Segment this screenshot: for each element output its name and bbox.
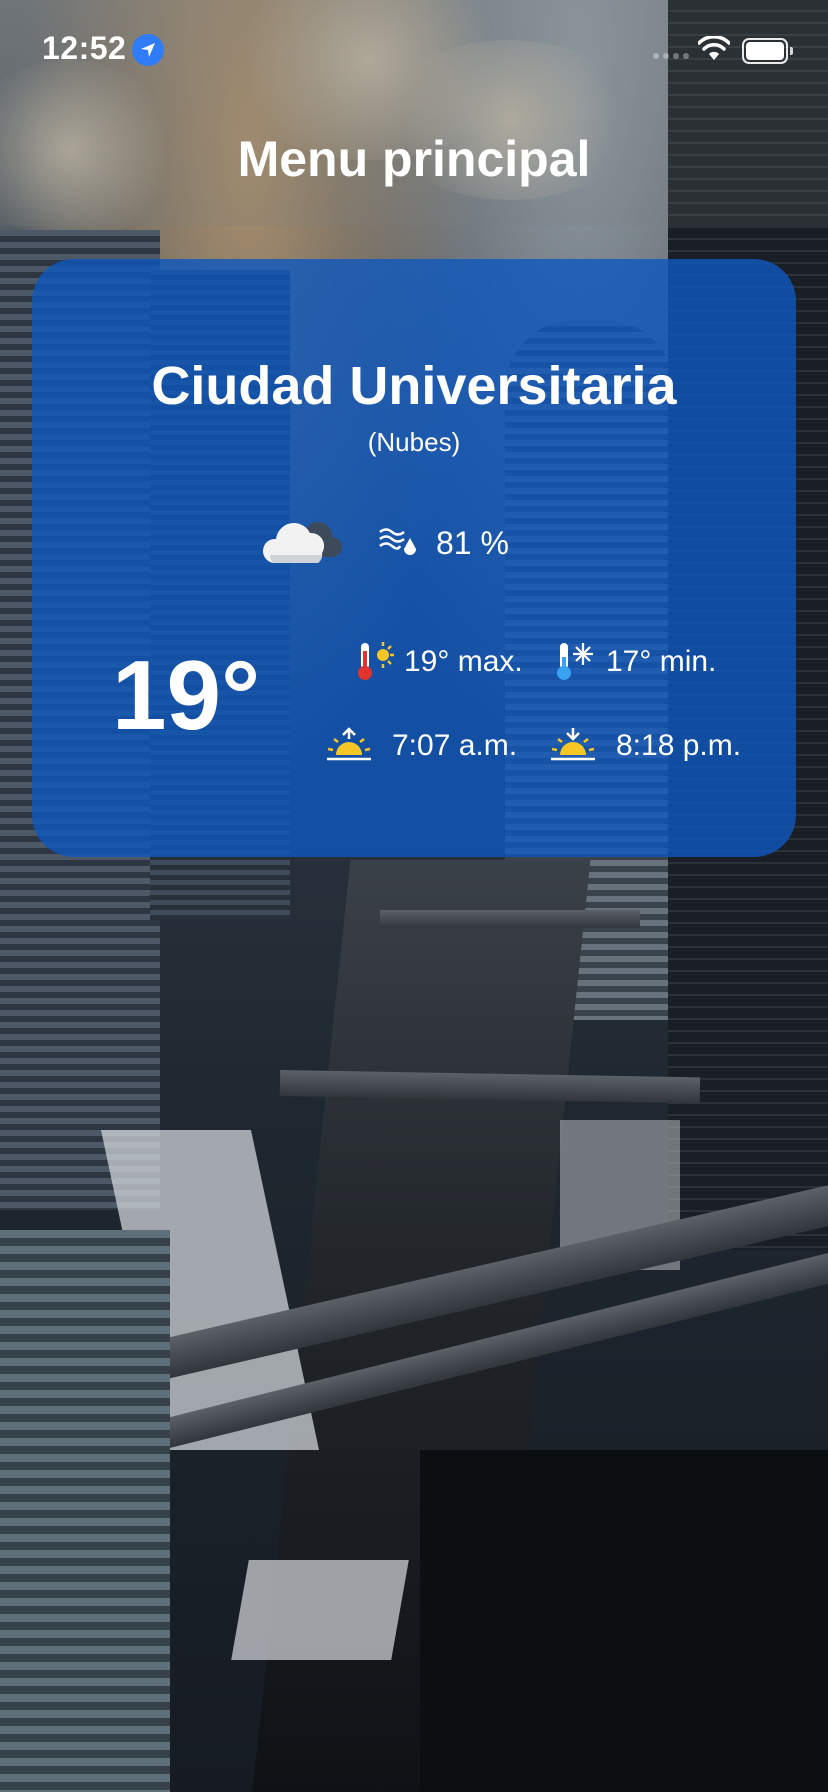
min-temperature: 17° min. [606, 645, 717, 678]
sunset-icon [551, 728, 595, 761]
wifi-icon [698, 36, 730, 60]
weather-card[interactable]: Ciudad Universitaria (Nubes) 81 % 19° 19… [32, 259, 796, 857]
status-time: 12:52 [42, 30, 127, 66]
weather-screen: Menu principal 12:52 Ciudad Universitari… [0, 0, 828, 1792]
sunrise-time: 7:07 a.m. [392, 729, 518, 762]
cellular-signal-icon [653, 53, 689, 59]
cloud-weather-icon [262, 521, 342, 563]
humidity-value: 81 % [436, 525, 509, 561]
thermometer-cold-icon [557, 643, 593, 680]
battery-icon [742, 38, 793, 64]
thermometer-hot-icon [358, 642, 394, 680]
status-bar: 12:52 [0, 0, 828, 100]
sunset-time: 8:18 p.m. [616, 729, 742, 762]
city-name: Ciudad Universitaria [151, 356, 677, 416]
sunrise-icon [327, 727, 371, 761]
page-title: Menu principal [237, 131, 591, 187]
humidity-icon [379, 528, 416, 555]
weather-description: (Nubes) [367, 427, 461, 457]
max-temperature: 19° max. [404, 645, 523, 678]
location-arrow-icon [132, 34, 164, 66]
current-temperature: 19° [112, 640, 261, 750]
